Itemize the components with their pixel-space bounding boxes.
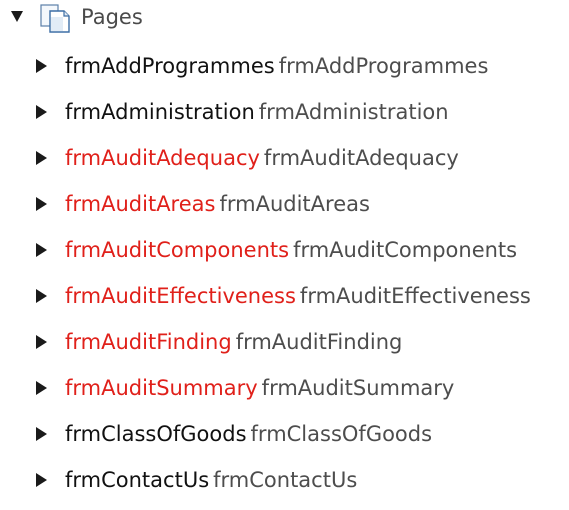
node-name[interactable]: frmAuditFinding <box>65 330 232 354</box>
expand-arrow-icon[interactable] <box>11 11 23 22</box>
tree-root-label: Pages <box>81 5 143 29</box>
node-description: frmClassOfGoods <box>250 422 433 446</box>
tree-node-frmAuditSummary[interactable]: frmAuditSummary frmAuditSummary <box>0 372 569 412</box>
node-description: frmAddProgrammes <box>278 54 489 78</box>
node-text: frmAddProgrammes frmAddProgrammes <box>65 52 488 80</box>
node-text: frmClassOfGoods frmClassOfGoods <box>65 420 432 448</box>
node-description: frmAuditComponents <box>293 238 518 262</box>
collapsed-arrow-icon[interactable] <box>36 381 47 395</box>
node-text: frmAdministration frmAdministration <box>65 98 449 126</box>
tree-node-frmContactUs[interactable]: frmContactUs frmContactUs <box>0 464 569 504</box>
node-name[interactable]: frmContactUs <box>65 468 209 492</box>
node-name[interactable]: frmAuditAdequacy <box>65 146 260 170</box>
node-name[interactable]: frmAdministration <box>65 100 255 124</box>
node-text: frmAuditFinding frmAuditFinding <box>65 328 402 356</box>
node-name[interactable]: frmAuditAreas <box>65 192 215 216</box>
node-description: frmAuditSummary <box>261 376 455 400</box>
collapsed-arrow-icon[interactable] <box>36 197 47 211</box>
node-description: frmAuditAreas <box>219 192 370 216</box>
tree-node-frmClassOfGoods[interactable]: frmClassOfGoods frmClassOfGoods <box>0 418 569 458</box>
tree-node-frmAuditComponents[interactable]: frmAuditComponents frmAuditComponents <box>0 234 569 274</box>
node-name[interactable]: frmClassOfGoods <box>65 422 247 446</box>
collapsed-arrow-icon[interactable] <box>36 427 47 441</box>
collapsed-arrow-icon[interactable] <box>36 151 47 165</box>
node-description: frmAuditFinding <box>235 330 403 354</box>
node-description: frmAdministration <box>258 100 449 124</box>
tree-node-frmAuditAreas[interactable]: frmAuditAreas frmAuditAreas <box>0 188 569 228</box>
node-name[interactable]: frmAddProgrammes <box>65 54 275 78</box>
collapsed-arrow-icon[interactable] <box>36 59 47 73</box>
node-name[interactable]: frmAuditEffectiveness <box>65 284 296 308</box>
collapsed-arrow-icon[interactable] <box>36 105 47 119</box>
tree-node-frmAuditFinding[interactable]: frmAuditFinding frmAuditFinding <box>0 326 569 366</box>
tree-root-pages[interactable]: Pages <box>0 0 569 34</box>
node-text: frmAuditAdequacy frmAuditAdequacy <box>65 144 459 172</box>
node-text: frmAuditEffectiveness frmAuditEffectivene… <box>65 282 531 310</box>
node-description: frmAuditEffectiveness <box>299 284 531 308</box>
tree-node-frmAuditEffectiveness[interactable]: frmAuditEffectiveness frmAuditEffectivene… <box>0 280 569 320</box>
node-text: frmAuditSummary frmAuditSummary <box>65 374 454 402</box>
tree-node-frmAuditAdequacy[interactable]: frmAuditAdequacy frmAuditAdequacy <box>0 142 569 182</box>
node-text: frmAuditAreas frmAuditAreas <box>65 190 370 218</box>
pages-icon <box>38 3 74 33</box>
tree-node-frmAddProgrammes[interactable]: frmAddProgrammes frmAddProgrammes <box>0 50 569 90</box>
node-text: frmAuditComponents frmAuditComponents <box>65 236 517 264</box>
node-description: frmContactUs <box>213 468 358 492</box>
collapsed-arrow-icon[interactable] <box>36 243 47 257</box>
tree-node-frmAdministration[interactable]: frmAdministration frmAdministration <box>0 96 569 136</box>
node-description: frmAuditAdequacy <box>263 146 459 170</box>
collapsed-arrow-icon[interactable] <box>36 289 47 303</box>
node-name[interactable]: frmAuditSummary <box>65 376 258 400</box>
node-text: frmContactUs frmContactUs <box>65 466 357 494</box>
node-name[interactable]: frmAuditComponents <box>65 238 289 262</box>
collapsed-arrow-icon[interactable] <box>36 473 47 487</box>
collapsed-arrow-icon[interactable] <box>36 335 47 349</box>
